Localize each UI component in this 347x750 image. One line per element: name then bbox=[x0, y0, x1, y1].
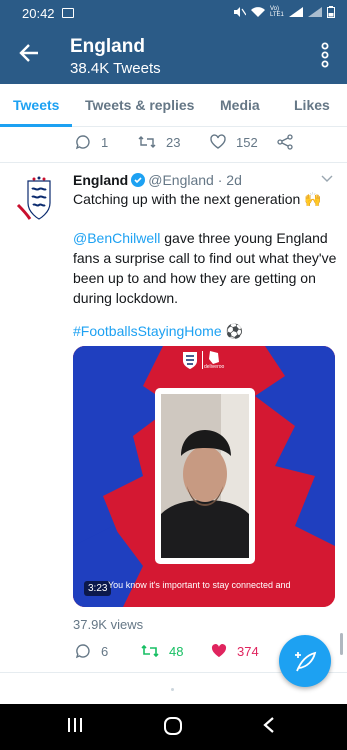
like-count: 152 bbox=[236, 134, 258, 150]
hashtag-link[interactable]: #FootballsStayingHome bbox=[73, 323, 222, 339]
retweet-count: 48 bbox=[169, 643, 184, 659]
england-crest-avatar[interactable] bbox=[14, 175, 58, 225]
loading-dot bbox=[171, 688, 174, 691]
author-handle[interactable]: @England bbox=[148, 172, 214, 188]
reply-count: 1 bbox=[101, 134, 109, 150]
network-label: Vo) LTE1 bbox=[270, 6, 284, 18]
tab-tweets-and-replies[interactable]: Tweets & replies bbox=[85, 97, 194, 113]
scrollbar[interactable] bbox=[340, 633, 343, 655]
signal-2-icon bbox=[308, 7, 322, 17]
tab-media[interactable]: Media bbox=[220, 97, 260, 113]
mute-icon bbox=[234, 7, 246, 17]
england-crest-logo bbox=[183, 352, 197, 369]
battery-icon bbox=[327, 6, 335, 18]
page-title: England bbox=[70, 36, 145, 57]
tweet-count: 38.4K Tweets bbox=[70, 60, 161, 77]
reply-icon[interactable] bbox=[75, 643, 91, 659]
wifi-icon bbox=[251, 7, 265, 17]
tweet-hashtag-line: #FootballsStayingHome ⚽ bbox=[73, 321, 338, 341]
tweet-time: 2d bbox=[226, 172, 242, 188]
video-call-frame bbox=[155, 388, 255, 564]
back-nav-icon[interactable] bbox=[262, 716, 276, 734]
verified-badge-icon bbox=[131, 173, 146, 187]
tweet-retweet: 48 bbox=[141, 643, 183, 659]
logo-divider bbox=[202, 351, 203, 369]
reply-count: 6 bbox=[101, 643, 109, 659]
back-arrow-icon[interactable] bbox=[18, 42, 40, 64]
status-bar: 20:42 Vo) LTE1 bbox=[0, 0, 347, 28]
profile-header: England 38.4K Tweets bbox=[0, 28, 347, 84]
share-icon[interactable] bbox=[277, 134, 293, 150]
recent-apps-icon[interactable] bbox=[66, 716, 84, 734]
football-emoji: ⚽ bbox=[225, 323, 243, 339]
video-thumbnail bbox=[161, 394, 249, 558]
profile-tabs: Tweets Tweets & replies Media Likes bbox=[0, 84, 347, 127]
tweet-like: 374 bbox=[211, 643, 259, 659]
prev-retweet: 23 bbox=[138, 134, 180, 150]
retweet-icon[interactable] bbox=[141, 643, 159, 659]
status-time: 20:42 bbox=[22, 6, 55, 21]
heart-icon[interactable] bbox=[210, 134, 226, 150]
author-name[interactable]: England bbox=[73, 172, 128, 188]
retweet-count: 23 bbox=[166, 134, 181, 150]
video-caption: You know it's important to stay connecte… bbox=[108, 580, 291, 590]
home-icon[interactable] bbox=[163, 716, 183, 736]
more-options-icon[interactable] bbox=[321, 42, 329, 68]
reply-icon[interactable] bbox=[75, 134, 91, 150]
mention-link[interactable]: @BenChilwell bbox=[73, 230, 160, 246]
separator-dot: · bbox=[217, 172, 223, 188]
like-count: 374 bbox=[237, 643, 259, 659]
compose-tweet-button[interactable] bbox=[279, 635, 331, 687]
tweet-divider bbox=[0, 162, 347, 163]
heart-filled-icon[interactable] bbox=[211, 643, 227, 659]
signal-icon bbox=[289, 7, 303, 17]
deliveroo-label: deliveroo bbox=[204, 364, 225, 370]
view-count: 37.9K views bbox=[73, 617, 144, 632]
retweet-icon[interactable] bbox=[138, 134, 156, 150]
tweet-header: England @England · 2d bbox=[73, 172, 242, 188]
status-icons: Vo) LTE1 bbox=[232, 6, 335, 18]
active-tab-indicator bbox=[0, 124, 72, 127]
tab-tweets[interactable]: Tweets bbox=[13, 97, 59, 113]
prev-tweet-actions: 1 bbox=[75, 134, 108, 150]
compose-feather-icon bbox=[295, 651, 317, 672]
deliveroo-logo-icon bbox=[209, 351, 219, 364]
video-player[interactable]: deliveroo 3:23 You know it's important t… bbox=[73, 346, 335, 607]
tab-likes[interactable]: Likes bbox=[294, 97, 330, 113]
gallery-notification-icon bbox=[62, 8, 74, 18]
tweet-body: @BenChilwell gave three young England fa… bbox=[73, 228, 338, 308]
system-nav-bar bbox=[0, 704, 347, 750]
prev-like: 152 bbox=[210, 134, 258, 150]
tweet-reply: 6 bbox=[75, 643, 108, 659]
chevron-down-icon[interactable] bbox=[321, 175, 333, 183]
tweet-line-1: Catching up with the next generation 🙌 bbox=[73, 191, 322, 207]
